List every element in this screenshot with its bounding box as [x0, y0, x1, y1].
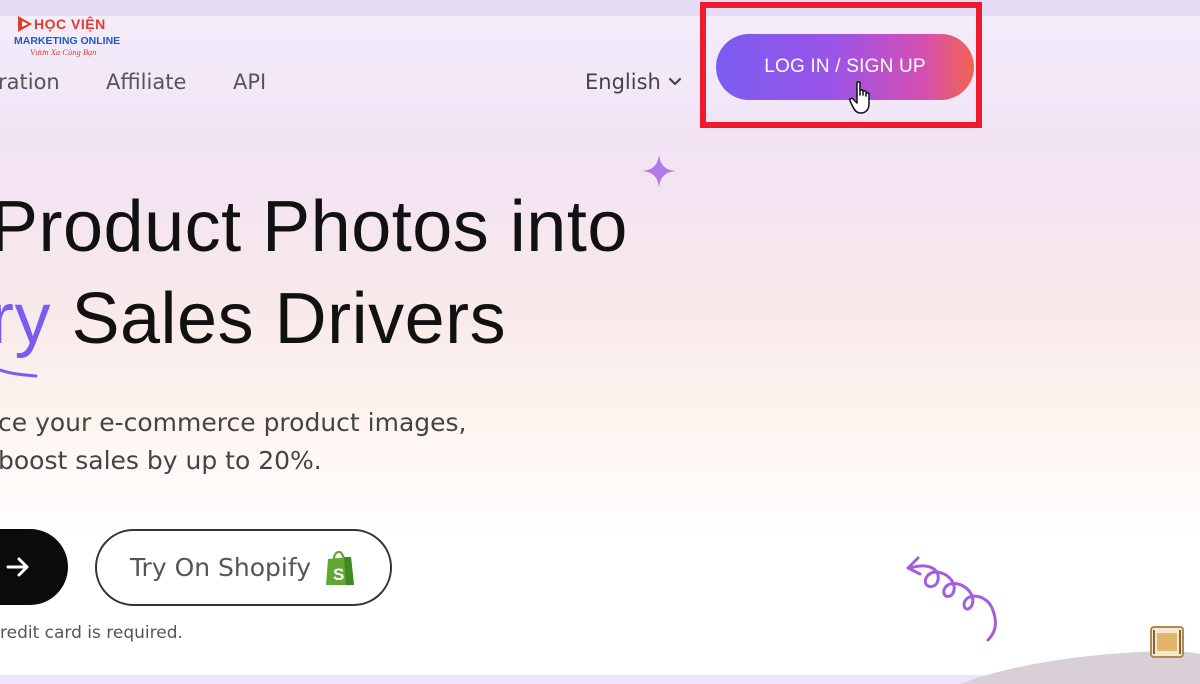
language-selector[interactable]: English — [585, 70, 683, 94]
hand-pointer-icon — [849, 81, 870, 114]
hero-title-rest: Sales Drivers — [50, 279, 507, 359]
logo-mark-icon — [18, 16, 32, 32]
navbar: ration Affiliate API English — [0, 16, 1200, 116]
underline-stroke — [0, 368, 38, 378]
loop-arrow-icon — [906, 556, 997, 642]
logo-line1: HỌC VIỆN — [34, 16, 106, 32]
logo-line2: MARKETING ONLINE — [14, 35, 121, 47]
hero-title-line1: Product Photos into — [0, 187, 628, 267]
svg-text:S: S — [333, 565, 344, 584]
shopify-bag-icon: S — [326, 550, 355, 585]
nav-item-affiliate[interactable]: Affiliate — [106, 70, 186, 94]
nav-item-integration[interactable]: ration — [0, 70, 60, 94]
hero-title-accent: ry — [0, 279, 51, 359]
hero-subtitle-line2: boost sales by up to 20%. — [0, 446, 322, 475]
hero-subtitle-line1: ce your e-commerce product images, — [0, 408, 467, 437]
arrow-right-icon — [6, 557, 29, 577]
film-thumbnail-icon — [1150, 626, 1184, 658]
credit-card-note: redit card is required. — [0, 623, 183, 643]
chevron-down-icon — [668, 77, 681, 86]
highlight-box — [700, 2, 982, 128]
logo: HỌC VIỆN MARKETING ONLINE Vươn Xa Cùng B… — [12, 12, 132, 60]
try-on-shopify-label: Try On Shopify — [129, 553, 312, 582]
hero-title-line2: ry Sales Drivers — [0, 278, 506, 360]
nav-item-api[interactable]: API — [233, 70, 266, 94]
top-strip — [0, 0, 1200, 16]
get-started-button[interactable] — [0, 529, 68, 605]
language-label: English — [585, 70, 661, 94]
try-on-shopify-button[interactable]: Try On Shopify S — [95, 529, 392, 606]
sparkle-icon — [642, 154, 676, 188]
logo-line3: Vươn Xa Cùng Bạn — [30, 47, 97, 57]
